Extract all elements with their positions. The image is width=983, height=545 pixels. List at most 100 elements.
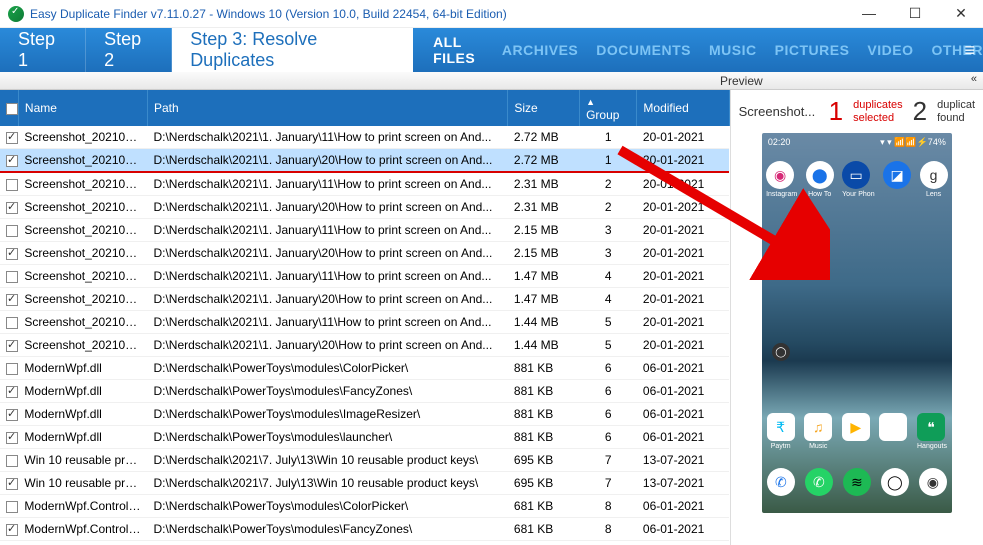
- cell-size: 881 KB: [508, 403, 580, 426]
- table-row[interactable]: Win 10 reusable pro...D:\Nerdschalk\2021…: [0, 472, 729, 495]
- row-checkbox[interactable]: [6, 294, 18, 306]
- table-row[interactable]: ModernWpf.Controls...D:\Nerdschalk\Power…: [0, 495, 729, 518]
- table-row[interactable]: Screenshot_202101...D:\Nerdschalk\2021\1…: [0, 311, 729, 334]
- table-row[interactable]: Screenshot_202101...D:\Nerdschalk\2021\1…: [0, 196, 729, 219]
- row-checkbox[interactable]: [6, 363, 18, 375]
- cell-path: D:\Nerdschalk\2021\1. January\20\How to …: [147, 288, 507, 311]
- row-checkbox[interactable]: [6, 455, 18, 467]
- cell-path: D:\Nerdschalk\2021\1. January\11\How to …: [147, 311, 507, 334]
- filter-archives[interactable]: Archives: [502, 42, 578, 58]
- filter-all-files[interactable]: All Files: [433, 34, 484, 66]
- table-row[interactable]: Screenshot_202101...D:\Nerdschalk\2021\1…: [0, 334, 729, 357]
- cell-group: 8: [580, 541, 637, 545]
- app-icon: ▭Your Phon: [842, 161, 874, 198]
- table-row[interactable]: Screenshot_202101...D:\Nerdschalk\2021\1…: [0, 265, 729, 288]
- cell-size: 2.31 MB: [508, 196, 580, 219]
- row-checkbox[interactable]: [6, 524, 18, 536]
- row-checkbox[interactable]: [6, 478, 18, 490]
- close-button[interactable]: ✕: [947, 5, 975, 22]
- table-row[interactable]: Screenshot_202101...D:\Nerdschalk\2021\1…: [0, 126, 729, 149]
- cell-name: Screenshot_202101...: [18, 311, 147, 334]
- column-header-name[interactable]: Name: [18, 90, 147, 126]
- cell-path: D:\Nerdschalk\PowerToys\modules\ImageRes…: [147, 541, 507, 545]
- row-checkbox[interactable]: [6, 271, 18, 283]
- cell-group: 7: [580, 472, 637, 495]
- filter-documents[interactable]: Documents: [596, 42, 691, 58]
- table-row[interactable]: ModernWpf.Controls...D:\Nerdschalk\Power…: [0, 541, 729, 545]
- cell-path: D:\Nerdschalk\2021\1. January\11\How to …: [147, 172, 507, 196]
- cell-modified: 13-07-2021: [637, 472, 729, 495]
- phone-status: ▾ ▾ 📶📶⚡74%: [880, 137, 946, 148]
- cell-size: 1.44 MB: [508, 311, 580, 334]
- cell-size: 2.72 MB: [508, 126, 580, 149]
- table-row[interactable]: ModernWpf.dllD:\Nerdschalk\PowerToys\mod…: [0, 426, 729, 449]
- cell-path: D:\Nerdschalk\2021\1. January\11\How to …: [147, 265, 507, 288]
- cell-size: 1.47 MB: [508, 288, 580, 311]
- ribbon: Step 1Step 2Step 3: Resolve Duplicates A…: [0, 28, 983, 72]
- table-row[interactable]: Screenshot_202101...D:\Nerdschalk\2021\1…: [0, 172, 729, 196]
- row-checkbox[interactable]: [6, 202, 18, 214]
- table-row[interactable]: Screenshot_202101...D:\Nerdschalk\2021\1…: [0, 242, 729, 265]
- row-checkbox[interactable]: [6, 155, 18, 167]
- cell-modified: 20-01-2021: [637, 265, 729, 288]
- table-row[interactable]: Screenshot_202101...D:\Nerdschalk\2021\1…: [0, 288, 729, 311]
- select-all-checkbox[interactable]: [6, 103, 18, 115]
- preview-collapse-icon[interactable]: «: [971, 73, 977, 85]
- cell-size: 2.15 MB: [508, 242, 580, 265]
- step-tab-2[interactable]: Step 2: [86, 28, 172, 72]
- maximize-button[interactable]: ☐: [901, 5, 929, 22]
- cell-modified: 13-07-2021: [637, 449, 729, 472]
- cell-path: D:\Nerdschalk\2021\1. January\20\How to …: [147, 242, 507, 265]
- row-checkbox[interactable]: [6, 501, 18, 513]
- step-tab-3[interactable]: Step 3: Resolve Duplicates: [172, 28, 413, 72]
- cell-size: 1.44 MB: [508, 334, 580, 357]
- cell-modified: 06-01-2021: [637, 495, 729, 518]
- row-checkbox[interactable]: [6, 409, 18, 421]
- cell-modified: 20-01-2021: [637, 126, 729, 149]
- app-icon: ◯: [881, 468, 909, 496]
- step-tab-1[interactable]: Step 1: [0, 28, 86, 72]
- filter-other[interactable]: Other: [932, 42, 983, 58]
- cell-path: D:\Nerdschalk\PowerToys\modules\launcher…: [147, 426, 507, 449]
- row-checkbox[interactable]: [6, 248, 18, 260]
- filter-pictures[interactable]: Pictures: [775, 42, 850, 58]
- table-row[interactable]: Screenshot_202101...D:\Nerdschalk\2021\1…: [0, 149, 729, 173]
- table-row[interactable]: ModernWpf.dllD:\Nerdschalk\PowerToys\mod…: [0, 403, 729, 426]
- column-header-group[interactable]: Group: [580, 90, 637, 126]
- filter-video[interactable]: Video: [867, 42, 913, 58]
- column-header-path[interactable]: Path: [147, 90, 507, 126]
- cell-name: Win 10 reusable pro...: [18, 449, 147, 472]
- cell-path: D:\Nerdschalk\2021\1. January\20\How to …: [147, 196, 507, 219]
- table-row[interactable]: ModernWpf.dllD:\Nerdschalk\PowerToys\mod…: [0, 357, 729, 380]
- column-header-size[interactable]: Size: [508, 90, 580, 126]
- cell-group: 3: [580, 219, 637, 242]
- table-row[interactable]: Win 10 reusable pro...D:\Nerdschalk\2021…: [0, 449, 729, 472]
- table-row[interactable]: ModernWpf.Controls...D:\Nerdschalk\Power…: [0, 518, 729, 541]
- app-icon: ≋: [843, 468, 871, 496]
- cell-modified: 20-01-2021: [637, 334, 729, 357]
- app-icon: ₹Paytm: [767, 413, 795, 450]
- row-checkbox[interactable]: [6, 432, 18, 444]
- row-checkbox[interactable]: [6, 317, 18, 329]
- table-row[interactable]: Screenshot_202101...D:\Nerdschalk\2021\1…: [0, 219, 729, 242]
- row-checkbox[interactable]: [6, 225, 18, 237]
- row-checkbox[interactable]: [6, 132, 18, 144]
- cell-modified: 06-01-2021: [637, 426, 729, 449]
- column-header-checkbox[interactable]: [0, 90, 18, 126]
- cell-group: 8: [580, 495, 637, 518]
- minimize-button[interactable]: —: [855, 5, 883, 22]
- row-checkbox[interactable]: [6, 386, 18, 398]
- column-header-modified[interactable]: Modified: [637, 90, 729, 126]
- menu-icon[interactable]: ≡: [964, 40, 975, 61]
- cell-modified: 20-01-2021: [637, 149, 729, 173]
- window-title: Easy Duplicate Finder v7.11.0.27 - Windo…: [30, 7, 507, 21]
- row-checkbox[interactable]: [6, 340, 18, 352]
- filter-music[interactable]: Music: [709, 42, 757, 58]
- row-checkbox[interactable]: [6, 179, 18, 191]
- cell-name: Screenshot_202101...: [18, 126, 147, 149]
- cell-size: 1.47 MB: [508, 265, 580, 288]
- found-label-1: duplicat: [937, 99, 975, 111]
- cell-size: 881 KB: [508, 426, 580, 449]
- selected-label-1: duplicates: [853, 99, 903, 111]
- table-row[interactable]: ModernWpf.dllD:\Nerdschalk\PowerToys\mod…: [0, 380, 729, 403]
